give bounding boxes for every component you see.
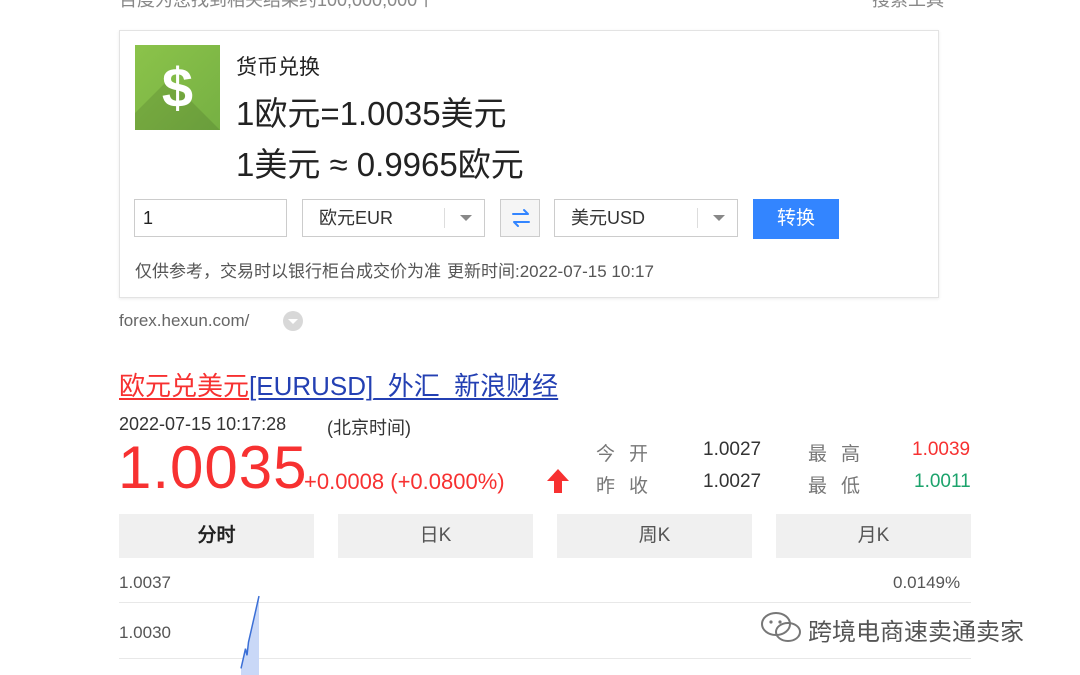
y-tick-top: 1.0037: [119, 573, 171, 592]
update-time: 更新时间:2022-07-15 10:17: [447, 262, 654, 281]
result-title-link[interactable]: 欧元兑美元[EURUSD]_外汇_新浪财经: [119, 366, 558, 403]
converter-title: 货币兑换: [236, 56, 320, 79]
wechat-icon: [761, 612, 801, 642]
low-label: 最低: [808, 476, 875, 497]
tab-daily-k[interactable]: 日K: [338, 514, 533, 558]
quote-timezone: (北京时间): [327, 418, 411, 438]
watermark-text: 跨境电商速卖通卖家: [808, 619, 1024, 646]
result-title-highlight: 欧元兑美元: [119, 371, 250, 401]
high-value: 1.0039: [912, 439, 971, 460]
prev-close-value: 1.0027: [703, 471, 762, 492]
quote-timestamp: 2022-07-15 10:17:28: [119, 414, 287, 434]
chevron-down-icon: [444, 200, 484, 236]
currency-converter-card: $ 货币兑换 1欧元=1.0035美元 1美元 ≈ 0.9965欧元 欧元EUR…: [119, 30, 939, 298]
tab-intraday[interactable]: 分时: [119, 514, 314, 558]
swap-icon: [512, 209, 530, 227]
convert-button[interactable]: 转换: [753, 199, 839, 239]
y-tick-right-percent: 0.0149%: [893, 573, 961, 592]
up-arrow-icon: [547, 469, 569, 493]
chevron-down-icon: [697, 200, 737, 236]
to-currency-select[interactable]: 美元USD: [554, 199, 738, 237]
current-price: 1.0035: [118, 434, 308, 501]
disclaimer-note: 仅供参考，交易时以银行柜台成交价为准: [135, 262, 441, 281]
rate-usd-to-eur: 1美元 ≈ 0.9965欧元: [236, 146, 524, 183]
from-currency-select[interactable]: 欧元EUR: [302, 199, 485, 237]
swap-currency-button[interactable]: [500, 199, 540, 237]
dollar-icon: $: [135, 45, 220, 130]
result-title-rest: [EURUSD]_外汇_新浪财经: [249, 371, 559, 401]
price-change: +0.0008 (+0.0800%): [304, 469, 505, 494]
low-value: 1.0011: [914, 471, 971, 492]
from-currency-label: 欧元EUR: [319, 208, 394, 228]
prev-close-label: 昨收: [596, 476, 663, 497]
source-url[interactable]: forex.hexun.com/: [119, 311, 249, 331]
disclaimer-text: 仅供参考，交易时以银行柜台成交价为准 更新时间:2022-07-15 10:17: [135, 257, 654, 282]
result-count-text: 百度为您找到相关结果约100,000,000个: [119, 0, 436, 10]
tab-monthly-k[interactable]: 月K: [776, 514, 971, 558]
url-dropdown-icon[interactable]: [283, 311, 303, 331]
search-tools-link[interactable]: 搜索工具: [872, 0, 944, 12]
rate-eur-to-usd: 1欧元=1.0035美元: [236, 95, 507, 132]
to-currency-label: 美元USD: [571, 208, 646, 228]
open-label: 今开: [596, 444, 663, 465]
tab-weekly-k[interactable]: 周K: [557, 514, 752, 558]
high-label: 最高: [808, 444, 875, 465]
open-value: 1.0027: [703, 439, 762, 460]
amount-input[interactable]: [134, 199, 287, 237]
